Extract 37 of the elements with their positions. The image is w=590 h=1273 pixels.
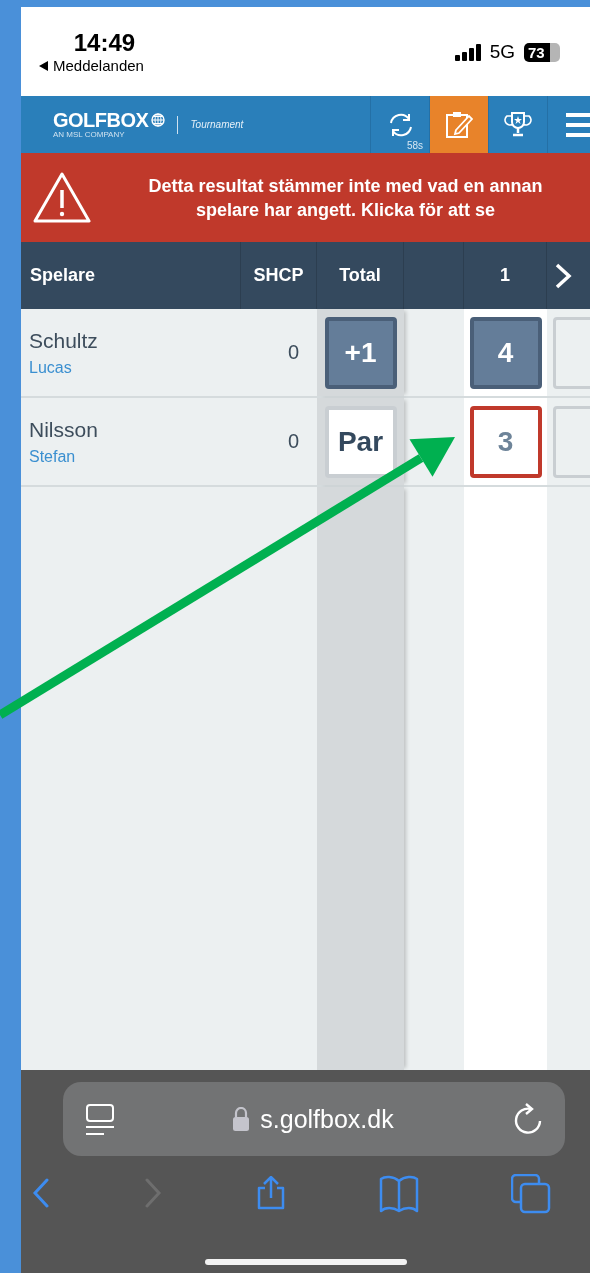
column-header: Spelare [21,242,241,309]
trophy-icon [504,110,532,139]
empty-score-box[interactable] [553,316,590,389]
empty-score-box[interactable] [553,405,590,478]
address-field[interactable]: s.golfbox.dk [260,1104,394,1134]
page-menu-icon[interactable] [85,1102,115,1136]
lock-icon [232,1107,251,1131]
product-name: Tournament [190,119,244,130]
handicap-value: 0 [286,429,300,454]
player-first-name[interactable]: Lucas [29,358,241,377]
back-triangle-icon [39,60,48,71]
player-last-name: Schultz [29,328,99,353]
clock-time: 14:49 [73,29,136,57]
refresh-countdown: 58s [406,140,423,151]
menu-icon [566,110,590,139]
share-icon[interactable] [255,1176,287,1212]
logo-tagline: AN MSL COMPANY [53,130,126,139]
scorecard-tab[interactable] [429,96,488,153]
handicap-value: 0 [286,340,300,365]
network-type: 5G [489,41,515,63]
player-first-name[interactable]: Stefan [29,447,241,466]
back-icon[interactable] [31,1178,51,1210]
scorecard-icon [445,110,473,139]
logo-wordmark: GOLFBOX [53,110,149,130]
battery-level: 73 [524,42,560,62]
player-last-name: Nilsson [29,417,99,442]
hole-score[interactable]: 3 [469,405,542,478]
book-icon[interactable] [379,1175,419,1213]
warning-icon [33,171,91,224]
total-score: Par [324,405,397,478]
hole-score[interactable]: 4 [469,316,542,389]
total-score: +1 [324,316,397,389]
tabs-icon[interactable] [511,1174,551,1214]
signal-icon [454,43,481,61]
back-to-app-link[interactable]: Meddelanden [53,57,144,74]
column-header: SHCP [241,242,317,309]
globe-icon [151,113,166,127]
